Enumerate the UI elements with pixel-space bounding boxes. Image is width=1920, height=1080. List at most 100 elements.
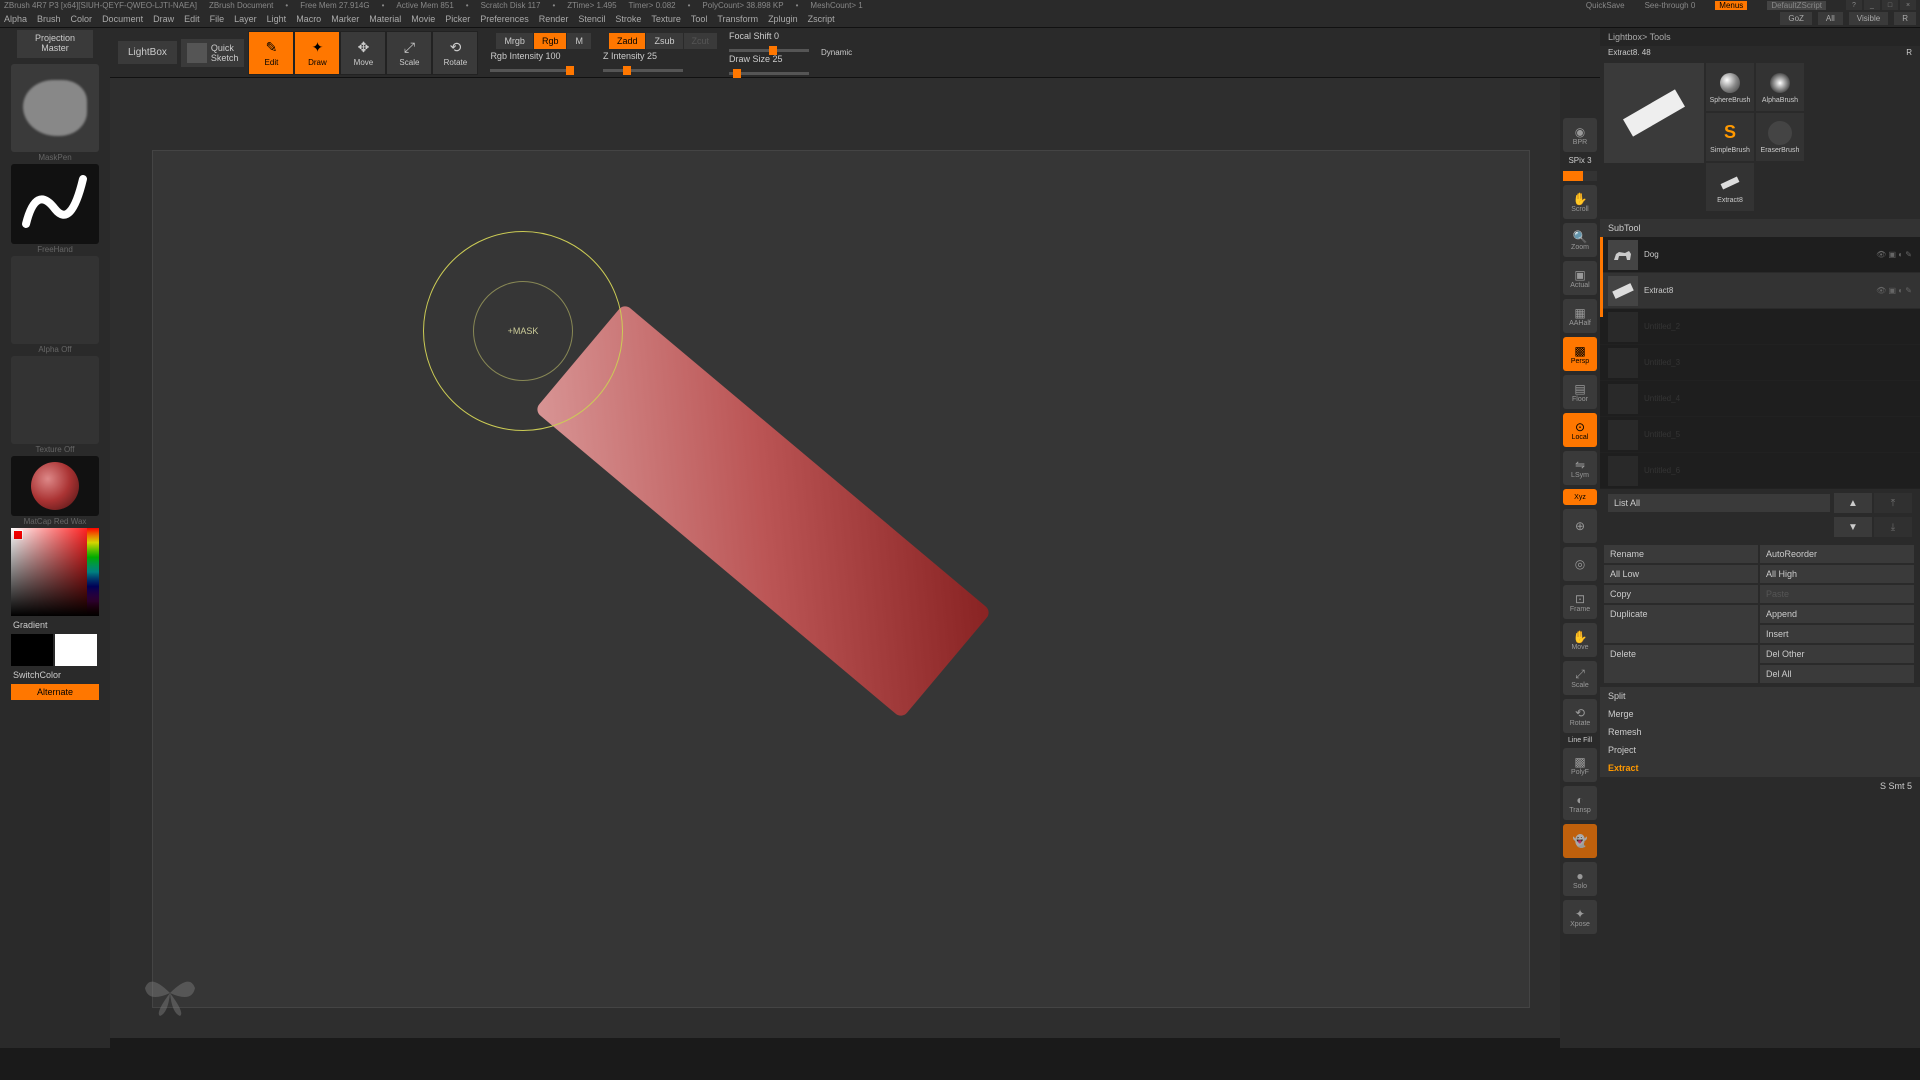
m-button[interactable]: M xyxy=(567,33,591,49)
brush-thumbnail[interactable] xyxy=(11,64,99,152)
zcut-button[interactable]: Zcut xyxy=(684,33,718,49)
paste-button[interactable]: Paste xyxy=(1760,585,1914,603)
projection-master-button[interactable]: Projection Master xyxy=(17,30,93,58)
zoom-button[interactable]: 🔍Zoom xyxy=(1563,223,1597,257)
del-other-button[interactable]: Del Other xyxy=(1760,645,1914,663)
menu-draw[interactable]: Draw xyxy=(153,14,174,24)
menu-layer[interactable]: Layer xyxy=(234,14,257,24)
mini-alphabrush[interactable]: AlphaBrush xyxy=(1756,63,1804,111)
zsub-button[interactable]: Zsub xyxy=(646,33,682,49)
menu-document[interactable]: Document xyxy=(102,14,143,24)
project-section[interactable]: Project xyxy=(1600,741,1920,759)
all-high-button[interactable]: All High xyxy=(1760,565,1914,583)
menu-brush[interactable]: Brush xyxy=(37,14,61,24)
mini-eraserbrush[interactable]: EraserBrush xyxy=(1756,113,1804,161)
tool-r-button[interactable]: R xyxy=(1906,48,1912,57)
merge-section[interactable]: Merge xyxy=(1600,705,1920,723)
goz-visible-button[interactable]: Visible xyxy=(1849,12,1888,25)
zadd-button[interactable]: Zadd xyxy=(609,33,646,49)
polyf-button[interactable]: ▩PolyF xyxy=(1563,748,1597,782)
quicksketch-button[interactable]: Quick Sketch xyxy=(181,39,245,67)
local-button[interactable]: ⊙Local xyxy=(1563,413,1597,447)
stroke-thumbnail[interactable] xyxy=(11,164,99,244)
spix-slider[interactable] xyxy=(1563,171,1597,181)
maximize-icon[interactable]: □ xyxy=(1882,0,1898,10)
scale-mode-button[interactable]: ⤢Scale xyxy=(386,31,432,75)
viewport[interactable]: +MASK xyxy=(152,150,1530,1008)
black-swatch[interactable] xyxy=(11,634,53,666)
menu-preferences[interactable]: Preferences xyxy=(480,14,529,24)
menu-macro[interactable]: Macro xyxy=(296,14,321,24)
quicksave-button[interactable]: QuickSave xyxy=(1586,1,1625,10)
z-intensity-slider[interactable]: Z Intensity 25 xyxy=(603,51,657,61)
lsym-button[interactable]: ⇋LSym xyxy=(1563,451,1597,485)
move-mode-button[interactable]: ✥Move xyxy=(340,31,386,75)
solo-button[interactable]: ●Solo xyxy=(1563,862,1597,896)
seethrough-slider[interactable]: See-through 0 xyxy=(1645,1,1696,10)
duplicate-button[interactable]: Duplicate xyxy=(1604,605,1758,643)
switchcolor-button[interactable]: SwitchColor xyxy=(11,668,99,682)
draw-mode-button[interactable]: ✦Draw xyxy=(294,31,340,75)
list-all-button[interactable]: List All xyxy=(1608,494,1830,512)
mini-spherebrush[interactable]: SphereBrush xyxy=(1706,63,1754,111)
lightbox-button[interactable]: LightBox xyxy=(118,41,177,64)
white-swatch[interactable] xyxy=(55,634,97,666)
mini-simplebrush[interactable]: SSimpleBrush xyxy=(1706,113,1754,161)
copy-button[interactable]: Copy xyxy=(1604,585,1758,603)
xyz-button[interactable]: Xyz xyxy=(1563,489,1597,505)
subtool-item-ghost[interactable]: Untitled_4 xyxy=(1600,381,1920,417)
subtool-item-ghost[interactable]: Untitled_3 xyxy=(1600,345,1920,381)
bpr-button[interactable]: ◉BPR xyxy=(1563,118,1597,152)
menu-zplugin[interactable]: Zplugin xyxy=(768,14,798,24)
menu-tool[interactable]: Tool xyxy=(691,14,708,24)
secondary-color-swatch[interactable] xyxy=(13,530,23,540)
goz-button[interactable]: GoZ xyxy=(1780,12,1812,25)
close-icon[interactable]: × xyxy=(1900,0,1916,10)
dynamic-toggle[interactable]: Dynamic xyxy=(821,48,852,57)
move-nav-button[interactable]: ✋Move xyxy=(1563,623,1597,657)
edit-mode-button[interactable]: ✎Edit xyxy=(248,31,294,75)
autoreorder-button[interactable]: AutoReorder xyxy=(1760,545,1914,563)
help-icon[interactable]: ? xyxy=(1846,0,1862,10)
menu-file[interactable]: File xyxy=(210,14,225,24)
menu-texture[interactable]: Texture xyxy=(651,14,681,24)
menu-movie[interactable]: Movie xyxy=(411,14,435,24)
alpha-thumbnail[interactable] xyxy=(11,256,99,344)
scale-nav-button[interactable]: ⤢Scale xyxy=(1563,661,1597,695)
aahalf-button[interactable]: ▦AAHalf xyxy=(1563,299,1597,333)
draw-size-slider[interactable]: Draw Size 25 xyxy=(729,54,783,64)
color-picker[interactable] xyxy=(11,528,99,616)
mini-extract8[interactable]: Extract8 xyxy=(1706,163,1754,211)
rgb-intensity-slider[interactable]: Rgb Intensity 100 xyxy=(490,51,560,61)
transform-handle-icon[interactable]: ⊕ xyxy=(1563,509,1597,543)
subtool-item-dog[interactable]: Dog 👁 ▣ ◐ ✎ xyxy=(1600,237,1920,273)
menu-transform[interactable]: Transform xyxy=(717,14,758,24)
spix-label[interactable]: SPix 3 xyxy=(1568,156,1591,165)
rotate-nav-button[interactable]: ⟲Rotate xyxy=(1563,699,1597,733)
insert-button[interactable]: Insert xyxy=(1760,625,1914,643)
append-button[interactable]: Append xyxy=(1760,605,1914,623)
rgb-button[interactable]: Rgb xyxy=(534,33,567,49)
frame-button[interactable]: ⊡Frame xyxy=(1563,585,1597,619)
menu-marker[interactable]: Marker xyxy=(331,14,359,24)
move-down-button[interactable]: ▼ xyxy=(1834,517,1872,537)
move-top-button[interactable]: ⤒ xyxy=(1874,493,1912,513)
texture-thumbnail[interactable] xyxy=(11,356,99,444)
subtool-item-ghost[interactable]: Untitled_5 xyxy=(1600,417,1920,453)
del-all-button[interactable]: Del All xyxy=(1760,665,1914,683)
remesh-section[interactable]: Remesh xyxy=(1600,723,1920,741)
hue-bar[interactable] xyxy=(87,528,99,616)
delete-button[interactable]: Delete xyxy=(1604,645,1758,683)
move-bottom-button[interactable]: ⤓ xyxy=(1874,517,1912,537)
menu-render[interactable]: Render xyxy=(539,14,569,24)
smt-slider[interactable]: S Smt 5 xyxy=(1880,781,1912,791)
mrgb-button[interactable]: Mrgb xyxy=(496,33,533,49)
menu-zscript[interactable]: Zscript xyxy=(808,14,835,24)
extract-section[interactable]: Extract xyxy=(1600,759,1920,777)
subtool-header[interactable]: SubTool xyxy=(1600,219,1920,237)
subtool-item-ghost[interactable]: Untitled_2 xyxy=(1600,309,1920,345)
menu-edit[interactable]: Edit xyxy=(184,14,200,24)
subtool-item-ghost[interactable]: Untitled_6 xyxy=(1600,453,1920,489)
menus-toggle[interactable]: Menus xyxy=(1715,1,1747,10)
floor-button[interactable]: ▤Floor xyxy=(1563,375,1597,409)
